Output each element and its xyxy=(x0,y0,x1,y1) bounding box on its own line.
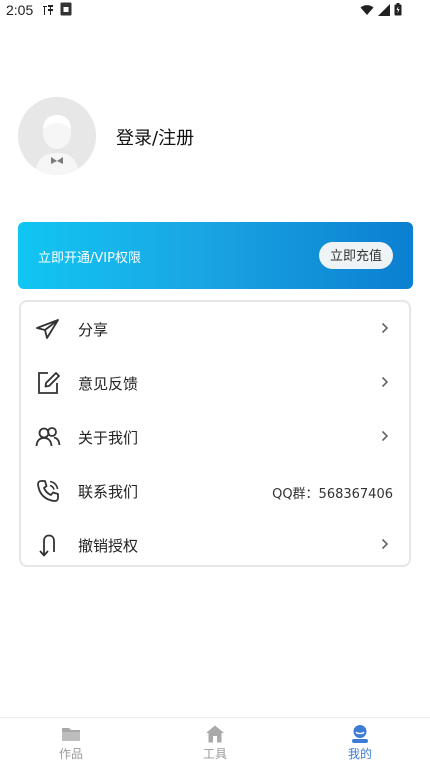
folder-icon xyxy=(62,728,80,741)
nav-item-works[interactable]: 作品 xyxy=(31,718,111,760)
nav-item-label: 工具 xyxy=(202,747,227,760)
default-avatar-icon xyxy=(18,97,96,175)
status-indicators xyxy=(360,3,402,16)
menu-item-revoke-authorization[interactable]: 撤销授权 xyxy=(21,518,409,572)
revoke-icon xyxy=(39,534,55,557)
nav-item-label: 我的 xyxy=(347,747,372,760)
avatar[interactable] xyxy=(18,97,96,175)
paper-plane-icon xyxy=(36,319,59,339)
nav-item-mine[interactable]: 我的 xyxy=(320,718,400,760)
menu-item-label: 意见反馈 xyxy=(78,375,139,393)
home-icon xyxy=(206,725,224,743)
menu-item-label: 联系我们 xyxy=(78,483,139,501)
phone-icon xyxy=(37,480,59,502)
nav-item-tools[interactable]: 工具 xyxy=(175,718,255,760)
battery-icon xyxy=(394,3,402,16)
menu-item-contact[interactable]: 联系我们 QQ群：568367406 xyxy=(21,464,409,518)
recharge-button[interactable]: 立即充值 xyxy=(319,242,393,269)
chevron-right-icon xyxy=(381,430,389,442)
menu-item-feedback[interactable]: 意见反馈 xyxy=(21,356,409,410)
person-icon xyxy=(352,725,368,743)
chevron-right-icon xyxy=(381,376,389,388)
notification-icon xyxy=(43,5,53,15)
menu-card: 分享 意见反馈 关于我们 联系我们 QQ群：568367406 撤销授权 xyxy=(19,300,411,567)
wifi-icon xyxy=(360,4,374,15)
qq-group-number: QQ群：568367406 xyxy=(272,487,393,502)
chevron-right-icon xyxy=(381,538,389,550)
menu-item-label: 关于我们 xyxy=(78,429,139,447)
chevron-right-icon xyxy=(381,322,389,334)
vip-banner[interactable]: 立即开通/VIP权限 立即充值 xyxy=(18,222,413,289)
signal-icon xyxy=(378,3,390,16)
status-bar: 2:05 xyxy=(0,0,430,22)
bottom-nav: 作品 工具 我的 xyxy=(0,717,430,760)
status-time: 2:05 xyxy=(6,2,34,18)
menu-item-label: 撤销授权 xyxy=(78,537,139,555)
login-register-link[interactable]: 登录/注册 xyxy=(116,124,194,150)
users-icon xyxy=(35,427,61,447)
vip-banner-text: 立即开通/VIP权限 xyxy=(38,251,141,266)
sim-card-icon xyxy=(60,2,72,16)
nav-item-label: 作品 xyxy=(58,747,83,760)
menu-item-label: 分享 xyxy=(78,321,109,339)
edit-icon xyxy=(38,372,60,394)
menu-item-about[interactable]: 关于我们 xyxy=(21,410,409,464)
menu-item-share[interactable]: 分享 xyxy=(21,302,409,356)
